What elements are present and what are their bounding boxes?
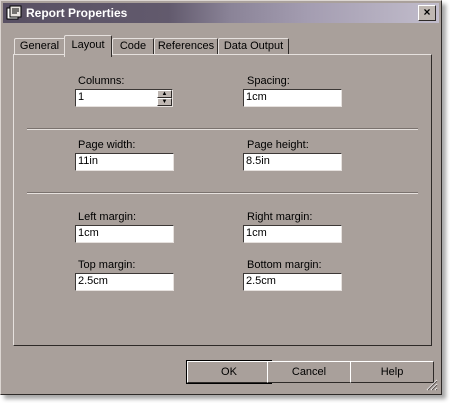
ok-button-label: OK: [221, 366, 237, 378]
ok-button[interactable]: OK: [186, 360, 272, 384]
arrow-up-icon: ▲: [161, 91, 168, 97]
columns-value: 1: [78, 91, 85, 103]
tab-general[interactable]: General: [14, 38, 65, 55]
page-height-field[interactable]: 8.5in: [243, 153, 342, 171]
tab-references[interactable]: References: [154, 38, 218, 55]
columns-spinner: ▲ ▼: [157, 90, 172, 106]
title-bar[interactable]: Report Properties ×: [3, 3, 439, 23]
close-button[interactable]: ×: [418, 5, 436, 21]
left-margin-label: Left margin:: [78, 211, 137, 223]
tab-general-label: General: [19, 40, 60, 52]
arrow-down-icon: ▼: [161, 99, 168, 105]
spacing-label: Spacing:: [247, 75, 290, 87]
bottom-margin-label: Bottom margin:: [247, 259, 322, 271]
cancel-button[interactable]: Cancel: [267, 361, 351, 383]
report-properties-dialog: Report Properties × General Layout Code …: [0, 0, 442, 395]
bottom-margin-value: 2.5cm: [246, 275, 276, 287]
separator: [27, 128, 418, 130]
right-margin-field[interactable]: 1cm: [243, 225, 342, 243]
tab-references-label: References: [157, 40, 215, 52]
left-margin-value: 1cm: [78, 227, 99, 239]
page-height-value: 8.5in: [246, 155, 270, 167]
right-margin-value: 1cm: [246, 227, 267, 239]
close-icon: ×: [423, 5, 431, 19]
top-margin-label: Top margin:: [78, 259, 136, 271]
spin-up-button[interactable]: ▲: [157, 90, 172, 98]
spin-down-button[interactable]: ▼: [157, 98, 172, 106]
tab-code[interactable]: Code: [112, 38, 154, 55]
cancel-button-label: Cancel: [291, 366, 327, 378]
help-button[interactable]: Help: [350, 361, 434, 383]
report-properties-icon: [6, 5, 22, 21]
spacing-value: 1cm: [246, 91, 267, 103]
page-width-value: 11in: [78, 155, 98, 167]
window-title: Report Properties: [26, 6, 128, 20]
tab-layout[interactable]: Layout: [64, 35, 112, 57]
page-width-label: Page width:: [78, 139, 136, 151]
resize-grip-icon[interactable]: [426, 379, 438, 391]
spacing-field[interactable]: 1cm: [243, 89, 342, 107]
columns-label: Columns:: [78, 75, 125, 87]
page-width-field[interactable]: 11in: [75, 153, 174, 171]
left-margin-field[interactable]: 1cm: [75, 225, 174, 243]
separator: [27, 192, 418, 194]
help-button-label: Help: [380, 366, 404, 378]
top-margin-field[interactable]: 2.5cm: [75, 273, 174, 291]
top-margin-value: 2.5cm: [78, 275, 108, 287]
tab-data-output-label: Data Output: [223, 40, 284, 52]
tab-layout-label: Layout: [71, 39, 105, 51]
right-margin-label: Right margin:: [247, 211, 313, 223]
bottom-margin-field[interactable]: 2.5cm: [243, 273, 342, 291]
tab-data-output[interactable]: Data Output: [218, 38, 289, 55]
tab-code-label: Code: [119, 40, 147, 52]
page-height-label: Page height:: [247, 139, 309, 151]
